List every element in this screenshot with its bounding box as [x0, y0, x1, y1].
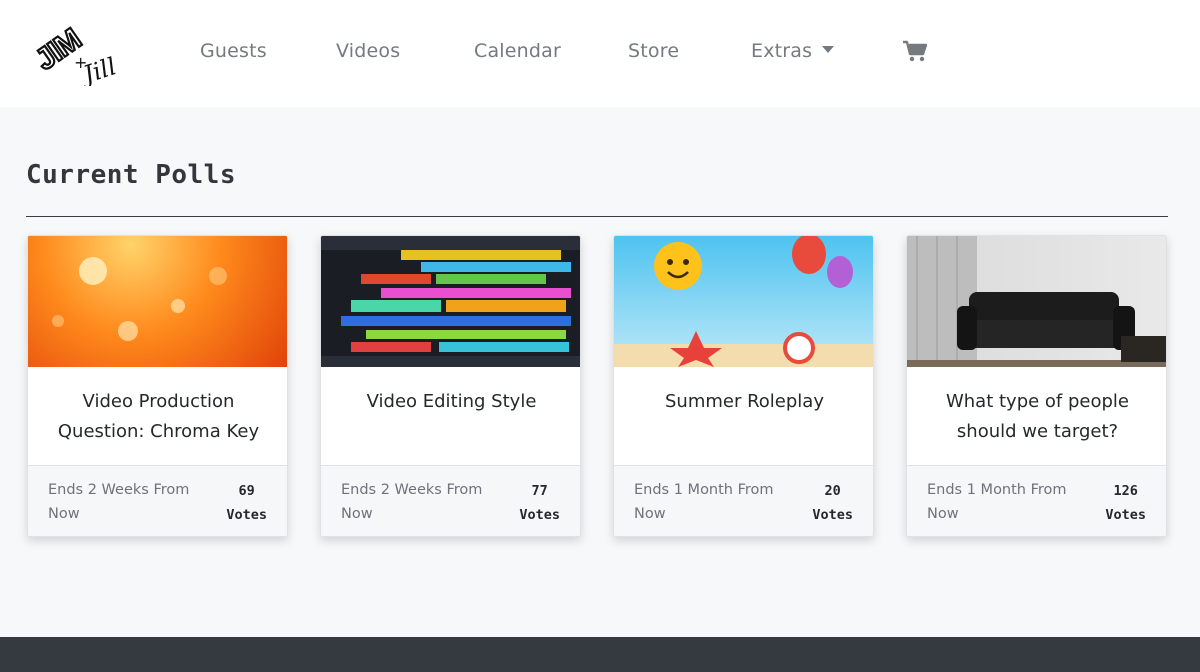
poll-title: Video Editing Style — [366, 391, 537, 412]
poll-votes: 20 Votes — [812, 479, 853, 527]
poll-image-couch-room — [907, 236, 1166, 367]
poll-title: What type of people should we target? — [945, 391, 1130, 442]
poll-footer: Ends 1 Month From Now 126 Votes — [907, 465, 1166, 536]
poll-image-summer-time — [614, 236, 873, 367]
poll-card[interactable]: Video Production Question: Chroma Key En… — [27, 235, 288, 537]
poll-votes: 126 Votes — [1105, 479, 1146, 527]
title-divider — [26, 216, 1168, 217]
jim-jill-logo[interactable]: JIM + Jill — [30, 14, 134, 86]
votes-label: Votes — [812, 507, 853, 523]
poll-end-time: Ends 1 Month From Now — [634, 482, 774, 522]
poll-card[interactable]: Video Editing Style Ends 2 Weeks From No… — [320, 235, 581, 537]
nav-store[interactable]: Store — [628, 40, 679, 62]
poll-end-time: Ends 2 Weeks From Now — [48, 482, 190, 522]
poll-end-time: Ends 2 Weeks From Now — [341, 482, 483, 522]
poll-image-sun — [28, 236, 287, 367]
poll-image-editing-timeline — [321, 236, 580, 367]
poll-end-time: Ends 1 Month From Now — [927, 482, 1067, 522]
top-navbar: JIM + Jill Guests Videos Calendar Store … — [0, 0, 1200, 107]
votes-label: Votes — [519, 507, 560, 523]
poll-title: Summer Roleplay — [665, 391, 824, 412]
page-title: Current Polls — [26, 160, 236, 190]
votes-label: Votes — [226, 507, 267, 523]
nav-extras-dropdown[interactable]: Extras — [751, 40, 835, 62]
poll-footer: Ends 2 Weeks From Now 77 Votes — [321, 465, 580, 536]
poll-card[interactable]: What type of people should we target? En… — [906, 235, 1167, 537]
poll-title: Video Production Question: Chroma Key — [57, 391, 260, 442]
site-footer — [0, 637, 1200, 672]
nav-videos[interactable]: Videos — [336, 40, 400, 62]
votes-count: 126 — [1113, 483, 1138, 499]
votes-count: 69 — [238, 483, 255, 499]
votes-count: 20 — [824, 483, 841, 499]
nav-guests[interactable]: Guests — [200, 40, 267, 62]
votes-label: Votes — [1105, 507, 1146, 523]
poll-votes: 69 Votes — [226, 479, 267, 527]
votes-count: 77 — [531, 483, 548, 499]
poll-footer: Ends 1 Month From Now 20 Votes — [614, 465, 873, 536]
poll-footer: Ends 2 Weeks From Now 69 Votes — [28, 465, 287, 536]
caret-down-icon — [822, 46, 835, 53]
nav-calendar[interactable]: Calendar — [474, 40, 561, 62]
nav-extras-label: Extras — [751, 40, 813, 62]
shopping-cart-icon[interactable] — [903, 40, 927, 62]
poll-card[interactable]: Summer Roleplay Ends 1 Month From Now 20… — [613, 235, 874, 537]
poll-votes: 77 Votes — [519, 479, 560, 527]
